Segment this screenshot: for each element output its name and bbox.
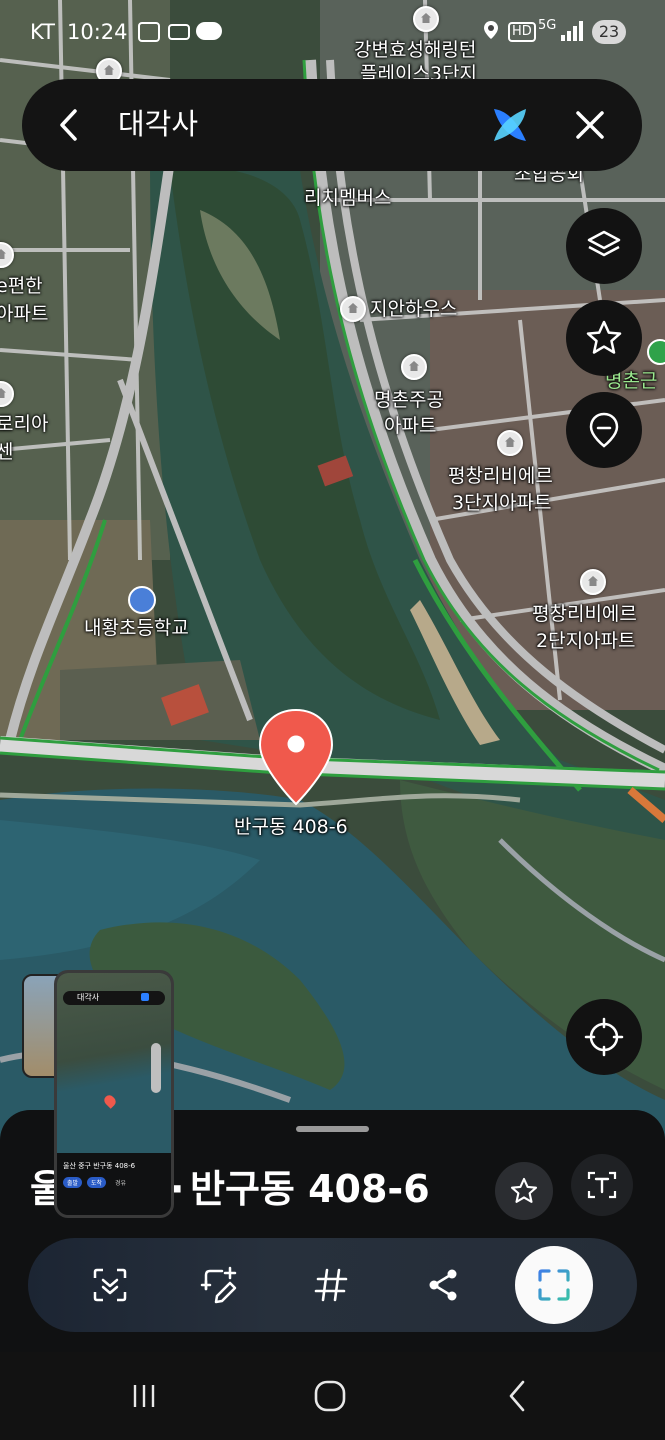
back-nav-button[interactable] xyxy=(496,1374,540,1418)
map-label[interactable]: 로리아 xyxy=(0,412,48,436)
star-icon xyxy=(586,320,622,354)
share-button[interactable] xyxy=(403,1238,483,1332)
poi-marker[interactable] xyxy=(340,296,366,322)
map-label[interactable]: 평창리비에르 xyxy=(448,464,553,488)
search-bar[interactable]: 대각사 xyxy=(22,79,642,171)
map-label[interactable]: 아파트 xyxy=(0,302,48,326)
clock: 10:24 xyxy=(67,20,128,44)
poi-marker[interactable] xyxy=(580,569,606,595)
favorite-button[interactable] xyxy=(566,300,642,376)
ai-logo-icon[interactable] xyxy=(488,103,532,147)
signal-icon xyxy=(560,20,584,42)
map-label[interactable]: 명촌주공 xyxy=(374,388,444,412)
map-label[interactable]: 내황초등학교 xyxy=(84,616,189,640)
my-location-button[interactable] xyxy=(566,999,642,1075)
scan-button[interactable] xyxy=(70,1238,150,1332)
battery-indicator: 23 xyxy=(592,20,626,44)
map-label[interactable]: 지안하우스 xyxy=(370,297,457,321)
recent-apps-button[interactable] xyxy=(122,1374,166,1418)
back-button[interactable] xyxy=(52,107,88,143)
network-type: 5G xyxy=(538,18,557,33)
place-button[interactable] xyxy=(566,392,642,468)
thumbnail-chip: 도착 xyxy=(87,1177,107,1188)
screenshot-toolbar xyxy=(28,1238,637,1332)
hd-voice-badge: HD xyxy=(508,22,536,42)
recent-apps-icon xyxy=(133,1385,155,1407)
location-status-icon xyxy=(483,20,499,40)
thumbnail-address: 울산 중구 반구동 408-6 xyxy=(63,1162,136,1170)
sheet-favorite-button[interactable] xyxy=(495,1162,553,1220)
map-label[interactable]: e편한 xyxy=(0,274,43,298)
layers-icon xyxy=(587,230,621,257)
ai-logo-icon xyxy=(141,993,149,1001)
capture-frame-icon xyxy=(538,1269,570,1301)
chevron-left-icon xyxy=(60,109,77,141)
search-query[interactable]: 대각사 xyxy=(118,105,198,143)
thumbnail-chip: 출발 xyxy=(63,1177,83,1188)
screen-capture-icon xyxy=(138,22,160,42)
place-title: 반구동 408-6 xyxy=(190,1167,430,1211)
close-icon xyxy=(576,111,604,139)
capture-button[interactable] xyxy=(515,1246,593,1324)
map-label[interactable]: 3단지아파트 xyxy=(452,491,552,515)
pin-address-label[interactable]: 반구동 408-6 xyxy=(234,815,348,839)
star-icon xyxy=(510,1177,538,1203)
map-label[interactable]: 아파트 xyxy=(384,414,436,438)
scan-icon xyxy=(93,1268,127,1302)
back-nav-icon xyxy=(509,1380,525,1412)
map-label[interactable]: 평창리비에르 xyxy=(532,602,637,626)
close-button[interactable] xyxy=(572,107,608,143)
voicemail-icon xyxy=(168,24,190,40)
text-recognize-button[interactable] xyxy=(571,1154,633,1216)
home-icon xyxy=(314,1380,346,1412)
map-label[interactable]: 리치멤버스 xyxy=(304,186,391,210)
poi-marker[interactable] xyxy=(497,430,523,456)
edit-button[interactable] xyxy=(180,1238,260,1332)
thumbnail-chip: 경유 xyxy=(115,1180,127,1187)
thumbnail-scroll-indicator xyxy=(151,1043,161,1093)
thumbnail-search-text: 대각사 xyxy=(77,993,100,1002)
cloud-icon xyxy=(196,22,222,40)
carrier-label: KT xyxy=(30,20,55,44)
location-pin-icon xyxy=(589,412,619,448)
crosshair-icon xyxy=(584,1017,624,1057)
layers-button[interactable] xyxy=(566,208,642,284)
thumbnail-search-bar: 대각사 xyxy=(63,991,165,1005)
edit-icon xyxy=(200,1266,237,1304)
hashtag-button[interactable] xyxy=(291,1238,371,1332)
thumbnail-sheet: 울산 중구 반구동 408-6 출발 도착 경유 xyxy=(57,1153,171,1215)
share-icon xyxy=(429,1269,457,1301)
system-navigation-bar xyxy=(0,1352,665,1440)
location-pin-marker[interactable] xyxy=(258,708,334,806)
status-bar: KT 10:24 HD 5G 23 xyxy=(0,0,665,66)
text-recognize-icon xyxy=(587,1171,617,1199)
map-label[interactable]: 센 xyxy=(0,440,13,464)
school-poi-icon[interactable] xyxy=(128,586,156,614)
hashtag-icon xyxy=(314,1268,348,1302)
poi-marker[interactable] xyxy=(401,354,427,380)
home-button[interactable] xyxy=(308,1374,352,1418)
map-label[interactable]: 2단지아파트 xyxy=(536,629,636,653)
screenshot-thumbnail[interactable]: 대각사 울산 중구 반구동 408-6 출발 도착 경유 xyxy=(54,970,174,1218)
sheet-drag-handle[interactable] xyxy=(296,1126,369,1132)
